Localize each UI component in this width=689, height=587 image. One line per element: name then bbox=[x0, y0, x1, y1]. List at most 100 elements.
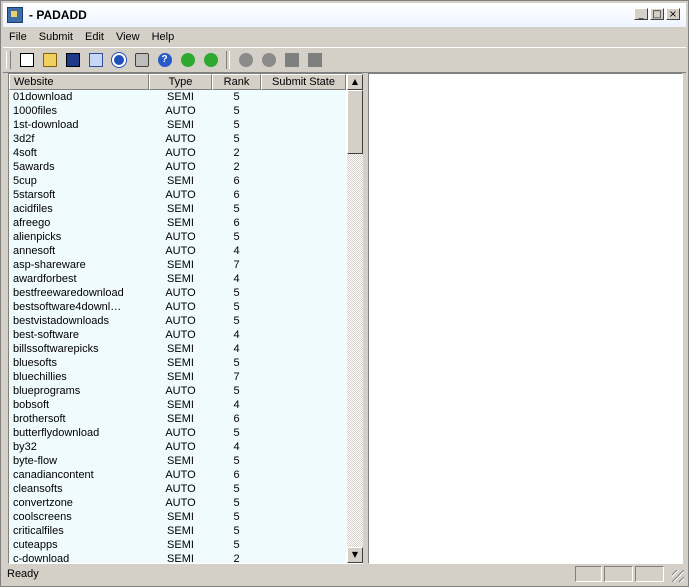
forward-button[interactable] bbox=[257, 49, 280, 71]
toolbar-grip[interactable] bbox=[6, 51, 11, 69]
type-cell: SEMI bbox=[167, 371, 194, 383]
print-button[interactable] bbox=[130, 49, 153, 71]
list-row[interactable]: convertzone AUTO 5 bbox=[9, 496, 346, 510]
submit-button[interactable] bbox=[107, 49, 130, 71]
list-row[interactable]: bestsoftware4downl… AUTO 5 bbox=[9, 300, 346, 314]
rank-cell: 5 bbox=[233, 455, 240, 467]
list-row[interactable]: 3d2f AUTO 5 bbox=[9, 132, 346, 146]
list-row[interactable]: cleansofts AUTO 5 bbox=[9, 482, 346, 496]
move-down-button[interactable] bbox=[199, 49, 222, 71]
menu-submit[interactable]: Submit bbox=[33, 31, 79, 43]
rank-cell: 6 bbox=[233, 217, 240, 229]
list-row[interactable]: best-software AUTO 4 bbox=[9, 328, 346, 342]
list-header: Website Type Rank Submit State bbox=[9, 74, 346, 90]
menu-bar: File Submit Edit View Help bbox=[3, 28, 686, 45]
list-row[interactable]: bluechillies SEMI 7 bbox=[9, 370, 346, 384]
list-row[interactable]: awardforbest SEMI 4 bbox=[9, 272, 346, 286]
status-panel-2 bbox=[604, 566, 633, 582]
submit-state-cell bbox=[261, 356, 346, 370]
scroll-down-button[interactable]: ▼ bbox=[347, 547, 363, 563]
col-header-website[interactable]: Website bbox=[9, 74, 149, 90]
minimize-button[interactable]: _ bbox=[634, 8, 648, 20]
type-cell: AUTO bbox=[165, 329, 196, 341]
website-cell: butterflydownload bbox=[13, 427, 100, 439]
move-up-button[interactable] bbox=[176, 49, 199, 71]
app-window: - PADADD _ □ × File Submit Edit View Hel… bbox=[0, 0, 689, 587]
menu-edit[interactable]: Edit bbox=[79, 31, 110, 43]
list-row[interactable]: acidfiles SEMI 5 bbox=[9, 202, 346, 216]
save-button[interactable] bbox=[61, 49, 84, 71]
website-cell: asp-shareware bbox=[13, 259, 86, 271]
back-button[interactable] bbox=[234, 49, 257, 71]
list-row[interactable]: afreego SEMI 6 bbox=[9, 216, 346, 230]
type-cell: SEMI bbox=[167, 525, 194, 537]
printer-icon bbox=[134, 53, 149, 67]
list-row[interactable]: 01download SEMI 5 bbox=[9, 90, 346, 104]
rank-cell: 2 bbox=[233, 147, 240, 159]
close-button[interactable]: × bbox=[666, 8, 680, 20]
scroll-up-button[interactable]: ▲ bbox=[347, 74, 363, 90]
refresh-button[interactable] bbox=[303, 49, 326, 71]
list-row[interactable]: 5awards AUTO 2 bbox=[9, 160, 346, 174]
website-cell: blueprograms bbox=[13, 385, 81, 397]
rank-cell: 5 bbox=[233, 539, 240, 551]
type-cell: AUTO bbox=[165, 231, 196, 243]
list-row[interactable]: c-download SEMI 2 bbox=[9, 552, 346, 563]
menu-view[interactable]: View bbox=[110, 31, 146, 43]
col-header-type[interactable]: Type bbox=[149, 74, 212, 90]
list-row[interactable]: criticalfiles SEMI 5 bbox=[9, 524, 346, 538]
new-button[interactable] bbox=[15, 49, 38, 71]
menu-help[interactable]: Help bbox=[146, 31, 181, 43]
list-row[interactable]: coolscreens SEMI 5 bbox=[9, 510, 346, 524]
scroll-thumb[interactable] bbox=[347, 90, 363, 154]
list-row[interactable]: canadiancontent AUTO 6 bbox=[9, 468, 346, 482]
list-row[interactable]: blueprograms AUTO 5 bbox=[9, 384, 346, 398]
type-cell: SEMI bbox=[167, 119, 194, 131]
stop-button[interactable] bbox=[280, 49, 303, 71]
rank-cell: 5 bbox=[233, 511, 240, 523]
type-cell: AUTO bbox=[165, 147, 196, 159]
vertical-scrollbar[interactable]: ▲ ▼ bbox=[347, 74, 363, 563]
submit-state-cell bbox=[261, 132, 346, 146]
submit-state-cell bbox=[261, 524, 346, 538]
open-button[interactable] bbox=[38, 49, 61, 71]
list-row[interactable]: alienpicks AUTO 5 bbox=[9, 230, 346, 244]
website-cell: byte-flow bbox=[13, 455, 58, 467]
rank-cell: 5 bbox=[233, 119, 240, 131]
list-row[interactable]: brothersoft SEMI 6 bbox=[9, 412, 346, 426]
list-row[interactable]: 5cup SEMI 6 bbox=[9, 174, 346, 188]
list-row[interactable]: bluesofts SEMI 5 bbox=[9, 356, 346, 370]
maximize-button[interactable]: □ bbox=[650, 8, 664, 20]
list-row[interactable]: byte-flow SEMI 5 bbox=[9, 454, 346, 468]
rank-cell: 5 bbox=[233, 203, 240, 215]
col-header-rank[interactable]: Rank bbox=[212, 74, 261, 90]
list-row[interactable]: cuteapps SEMI 5 bbox=[9, 538, 346, 552]
website-cell: bestfreewaredownload bbox=[13, 287, 124, 299]
help-button[interactable]: ? bbox=[153, 49, 176, 71]
list-row[interactable]: bestvistadownloads AUTO 5 bbox=[9, 314, 346, 328]
type-cell: SEMI bbox=[167, 217, 194, 229]
website-cell: convertzone bbox=[13, 497, 73, 509]
list-row[interactable]: by32 AUTO 4 bbox=[9, 440, 346, 454]
type-cell: AUTO bbox=[165, 497, 196, 509]
list-row[interactable]: butterflydownload AUTO 5 bbox=[9, 426, 346, 440]
rank-cell: 5 bbox=[233, 301, 240, 313]
list-row[interactable]: 1000files AUTO 5 bbox=[9, 104, 346, 118]
list-row[interactable]: bobsoft SEMI 4 bbox=[9, 398, 346, 412]
resize-grip[interactable] bbox=[672, 570, 684, 582]
website-cell: 1000files bbox=[13, 105, 58, 117]
list-row[interactable]: 1st-download SEMI 5 bbox=[9, 118, 346, 132]
col-header-submit-state[interactable]: Submit State bbox=[261, 74, 346, 90]
list-row[interactable]: annesoft AUTO 4 bbox=[9, 244, 346, 258]
menu-file[interactable]: File bbox=[3, 31, 33, 43]
type-cell: SEMI bbox=[167, 455, 194, 467]
list-row[interactable]: asp-shareware SEMI 7 bbox=[9, 258, 346, 272]
list-row[interactable]: 5starsoft AUTO 6 bbox=[9, 188, 346, 202]
rank-cell: 5 bbox=[233, 91, 240, 103]
copy-button[interactable] bbox=[84, 49, 107, 71]
list-row[interactable]: 4soft AUTO 2 bbox=[9, 146, 346, 160]
list-row[interactable]: bestfreewaredownload AUTO 5 bbox=[9, 286, 346, 300]
pane-splitter[interactable] bbox=[363, 73, 367, 564]
rank-cell: 7 bbox=[233, 371, 240, 383]
list-row[interactable]: billssoftwarepicks SEMI 4 bbox=[9, 342, 346, 356]
